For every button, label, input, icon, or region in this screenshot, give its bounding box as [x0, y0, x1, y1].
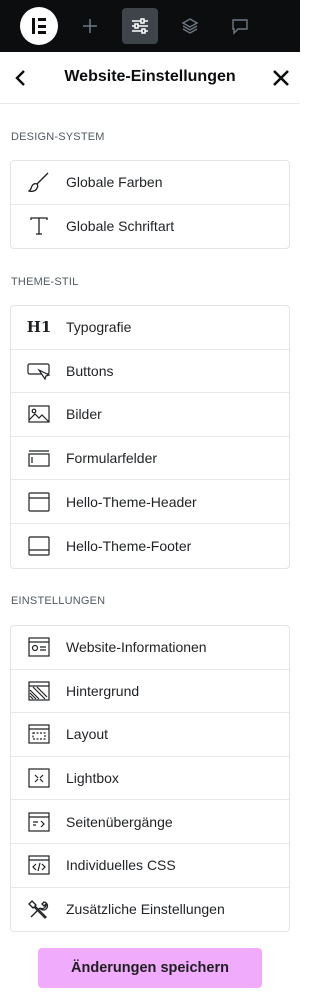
- layout-icon: [27, 722, 51, 746]
- menu-item-label: Hello-Theme-Footer: [66, 537, 192, 554]
- menu-item-label: Layout: [66, 726, 109, 743]
- menu-item-label: Individuelles CSS: [66, 857, 176, 874]
- menu-item-label: Hello-Theme-Header: [66, 493, 197, 510]
- menu-item-form-fields[interactable]: Formularfelder: [11, 437, 289, 481]
- chat-icon: [232, 19, 248, 35]
- back-button[interactable]: [8, 65, 34, 91]
- image-icon: [27, 402, 51, 426]
- menu-item-layout[interactable]: Layout: [11, 713, 289, 757]
- h1-icon: H1: [26, 318, 52, 337]
- section-label-theme-style: THEME-STIL: [11, 276, 79, 288]
- footer-layout-icon: [27, 534, 51, 558]
- chevron-left-icon: [15, 70, 25, 86]
- layers-icon: [181, 18, 199, 34]
- lightbox-icon: [27, 766, 51, 790]
- section-label-design-system: DESIGN-SYSTEM: [11, 131, 105, 143]
- settings-group: Website-Informationen Hintergrund Layout…: [10, 625, 290, 933]
- close-icon: [273, 70, 289, 86]
- close-button[interactable]: [268, 65, 294, 91]
- header-layout-icon: [27, 490, 51, 514]
- font-t-icon: [27, 214, 51, 238]
- menu-item-label: Bilder: [66, 406, 102, 423]
- menu-item-buttons[interactable]: Buttons: [11, 350, 289, 394]
- menu-item-label: Globale Farben: [66, 174, 163, 191]
- button-cursor-icon: [27, 359, 51, 383]
- form-field-icon: [27, 446, 51, 470]
- menu-item-label: Seitenübergänge: [66, 813, 173, 830]
- menu-item-label: Hintergrund: [66, 682, 140, 699]
- background-icon: [27, 679, 51, 703]
- brush-icon: [27, 170, 51, 194]
- menu-item-label: Formularfelder: [66, 450, 158, 467]
- menu-item-page-transitions[interactable]: Seitenübergänge: [11, 800, 289, 844]
- plus-icon: [83, 19, 97, 33]
- menu-item-images[interactable]: Bilder: [11, 393, 289, 437]
- editor-topbar: [0, 0, 300, 52]
- tools-icon: [27, 897, 51, 921]
- menu-item-additional-settings[interactable]: Zusätzliche Einstellungen: [11, 888, 289, 932]
- menu-item-global-fonts[interactable]: Globale Schriftart: [11, 205, 289, 249]
- menu-item-label: Lightbox: [66, 770, 119, 787]
- menu-item-hello-theme-header[interactable]: Hello-Theme-Header: [11, 480, 289, 524]
- menu-item-global-colors[interactable]: Globale Farben: [11, 161, 289, 205]
- sliders-icon: [132, 18, 148, 34]
- menu-item-label: Website-Informationen: [66, 639, 207, 656]
- menu-item-hello-theme-footer[interactable]: Hello-Theme-Footer: [11, 524, 289, 568]
- design-system-group: Globale Farben Globale Schriftart: [10, 160, 290, 250]
- structure-button[interactable]: [172, 8, 208, 44]
- site-identity-icon: [27, 635, 51, 659]
- elementor-logo[interactable]: [20, 7, 58, 45]
- menu-item-background[interactable]: Hintergrund: [11, 670, 289, 714]
- panel-header: Website-Einstellungen: [0, 52, 300, 104]
- notes-button[interactable]: [222, 8, 258, 44]
- theme-style-group: H1 Typografie Buttons Bilder Formularfel…: [10, 305, 290, 569]
- menu-item-label: Typografie: [66, 319, 132, 336]
- menu-item-label: Globale Schriftart: [66, 218, 175, 235]
- section-label-settings: EINSTELLUNGEN: [11, 595, 106, 607]
- menu-item-lightbox[interactable]: Lightbox: [11, 757, 289, 801]
- panel-title: Website-Einstellungen: [64, 68, 236, 85]
- page-transitions-icon: [27, 810, 51, 834]
- menu-item-site-identity[interactable]: Website-Informationen: [11, 626, 289, 670]
- code-icon: [27, 853, 51, 877]
- menu-item-typography[interactable]: H1 Typografie: [11, 306, 289, 350]
- menu-item-label: Buttons: [66, 362, 114, 379]
- site-settings-button[interactable]: [122, 8, 158, 44]
- add-element-button[interactable]: [72, 8, 108, 44]
- menu-item-custom-css[interactable]: Individuelles CSS: [11, 844, 289, 888]
- menu-item-label: Zusätzliche Einstellungen: [66, 901, 225, 918]
- save-changes-button[interactable]: Änderungen speichern: [38, 948, 262, 988]
